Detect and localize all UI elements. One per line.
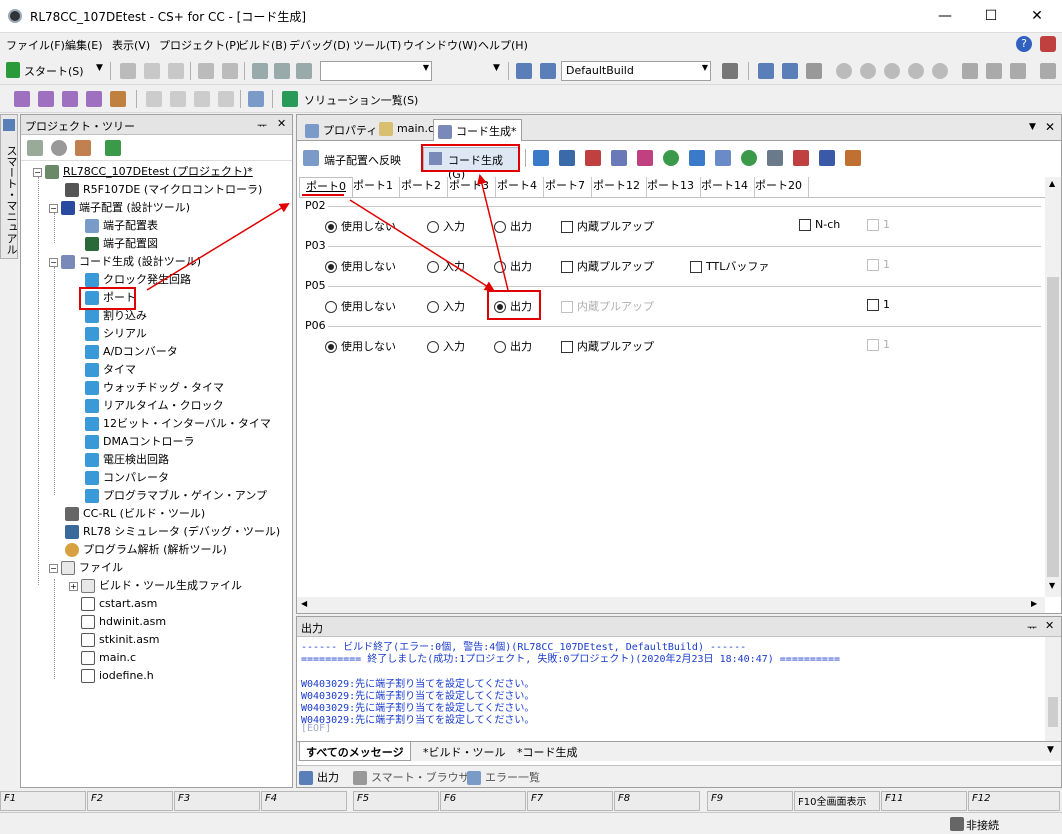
error-list-icon — [467, 771, 481, 785]
output-panel: 出力 ᅲ ✕ ------ ビルド終了(エラー:0個, 警告:4個)(RL78C… — [296, 616, 1062, 788]
arrow-output-to-generate — [477, 174, 509, 291]
fkey-f1[interactable]: F1 — [0, 791, 86, 811]
fkey-f4[interactable]: F4 — [261, 791, 347, 811]
fkey-f3[interactable]: F3 — [174, 791, 260, 811]
tab-error-list[interactable]: エラー一覧 — [467, 769, 540, 785]
tab-smart-browser[interactable]: スマート・ブラウザー — [353, 769, 481, 785]
pin-icon[interactable]: ᅲ — [1027, 619, 1037, 635]
fkey-f2[interactable]: F2 — [87, 791, 173, 811]
fkey-f10[interactable]: F10全画面表示 — [794, 791, 880, 811]
output-title: 出力 — [301, 622, 323, 635]
output-line: [EOF] — [301, 723, 332, 734]
fkey-f6[interactable]: F6 — [440, 791, 526, 811]
output-header: 出力 ᅲ ✕ — [297, 617, 1061, 637]
arrow-port0-to-output — [349, 199, 495, 292]
fkey-f12[interactable]: F12 — [968, 791, 1060, 811]
fkey-f11[interactable]: F11 — [881, 791, 967, 811]
tab-label: スマート・ブラウザー — [371, 771, 481, 784]
output-icon — [299, 771, 313, 785]
fkey-f7[interactable]: F7 — [527, 791, 613, 811]
fkey-f8[interactable]: F8 — [614, 791, 700, 811]
fkey-f9[interactable]: F9 — [707, 791, 793, 811]
browser-icon — [353, 771, 367, 785]
tab-all-messages[interactable]: すべてのメッセージ — [299, 742, 411, 761]
output-line: W0403029:先に端子割り当てを設定してください。 — [301, 715, 535, 726]
connection-status: 非接続 — [966, 819, 999, 832]
output-bottom-tabs: 出力 スマート・ブラウザー エラー一覧 — [297, 765, 1061, 787]
fkey-f5[interactable]: F5 — [353, 791, 439, 811]
tab-build-tool[interactable]: *ビルド・ツール — [417, 744, 512, 760]
output-scrollbar[interactable] — [1045, 637, 1061, 741]
tab-code-gen-output[interactable]: *コード生成 — [511, 744, 584, 760]
disconnected-icon — [950, 817, 964, 831]
tab-label: エラー一覧 — [485, 771, 540, 784]
panel-close-icon[interactable]: ✕ — [1045, 619, 1054, 632]
tab-output[interactable]: 出力 — [299, 769, 339, 785]
tab-label: 出力 — [317, 771, 339, 784]
status-bar: 非接続 — [0, 812, 1062, 834]
output-line: ========== 終了しました(成功:1プロジェクト, 失敗:0プロジェクト… — [301, 654, 840, 665]
output-tabs: すべてのメッセージ *ビルド・ツール *コード生成 ▼ — [297, 741, 1061, 761]
scroll-thumb[interactable] — [1048, 697, 1058, 727]
tab-menu-icon[interactable]: ▼ — [1047, 745, 1054, 755]
arrow-tree-to-port0 — [146, 202, 290, 291]
